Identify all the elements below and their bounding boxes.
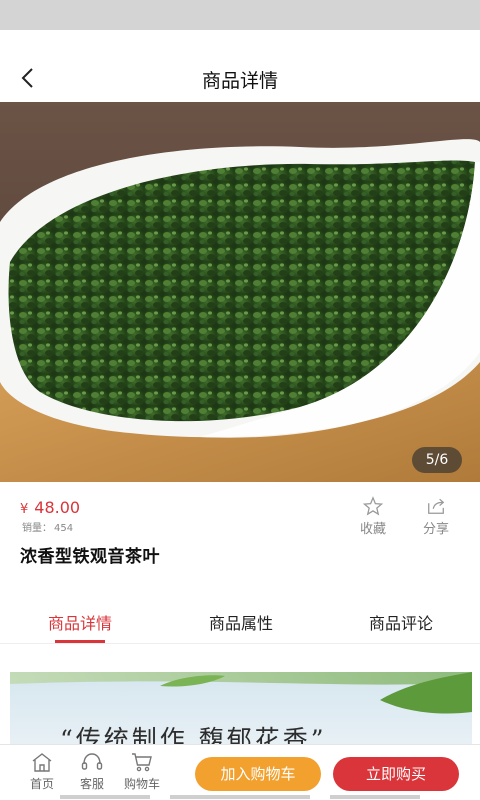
- buy-now-button[interactable]: 立即购买: [333, 757, 459, 791]
- nav-bar: 商品详情: [0, 30, 480, 102]
- bottom-action-bar: 首页 客服 购物车 加入购物车 立即购买: [0, 744, 480, 800]
- sales-count: 销量： 454: [20, 519, 73, 534]
- tab-product-details[interactable]: 商品详情: [25, 610, 135, 634]
- price: ¥48.00: [20, 498, 80, 517]
- sales-label: 销量：: [22, 523, 52, 534]
- product-name: 浓香型铁观音茶叶: [20, 547, 160, 567]
- product-info: ¥48.00 销量： 454 收藏 分享 浓香型铁观音茶叶: [0, 482, 480, 582]
- active-tab-indicator: [55, 640, 105, 643]
- share-label: 分享: [422, 522, 449, 537]
- cart-icon: [132, 753, 152, 772]
- customer-service-button[interactable]: 客服: [70, 751, 114, 792]
- home-label: 首页: [29, 777, 54, 791]
- image-counter: 5/6: [412, 447, 462, 473]
- service-label: 客服: [79, 777, 104, 791]
- gesture-bar: [60, 795, 420, 800]
- headset-icon: [81, 753, 103, 770]
- product-photo: [0, 102, 480, 482]
- star-icon: [362, 496, 384, 516]
- share-icon: [428, 498, 445, 514]
- sales-value: 454: [54, 523, 74, 534]
- page-title: 商品详情: [201, 70, 278, 92]
- tab-product-attributes[interactable]: 商品属性: [186, 610, 296, 634]
- cart-label: 购物车: [123, 777, 160, 791]
- cart-button[interactable]: 购物车: [120, 751, 164, 792]
- home-button[interactable]: 首页: [20, 751, 64, 792]
- currency-symbol: ¥: [20, 502, 29, 517]
- price-value: 48.00: [34, 498, 81, 517]
- product-image-carousel[interactable]: 5/6: [0, 102, 480, 482]
- status-bar: [0, 0, 480, 30]
- add-to-cart-button[interactable]: 加入购物车: [195, 757, 321, 791]
- favorite-label: 收藏: [359, 522, 386, 537]
- share-button[interactable]: 分享: [411, 496, 461, 537]
- favorite-button[interactable]: 收藏: [348, 496, 398, 537]
- detail-tabs: 商品详情 商品属性 商品评论: [0, 600, 480, 644]
- home-icon: [32, 753, 52, 772]
- tab-product-reviews[interactable]: 商品评论: [346, 610, 456, 634]
